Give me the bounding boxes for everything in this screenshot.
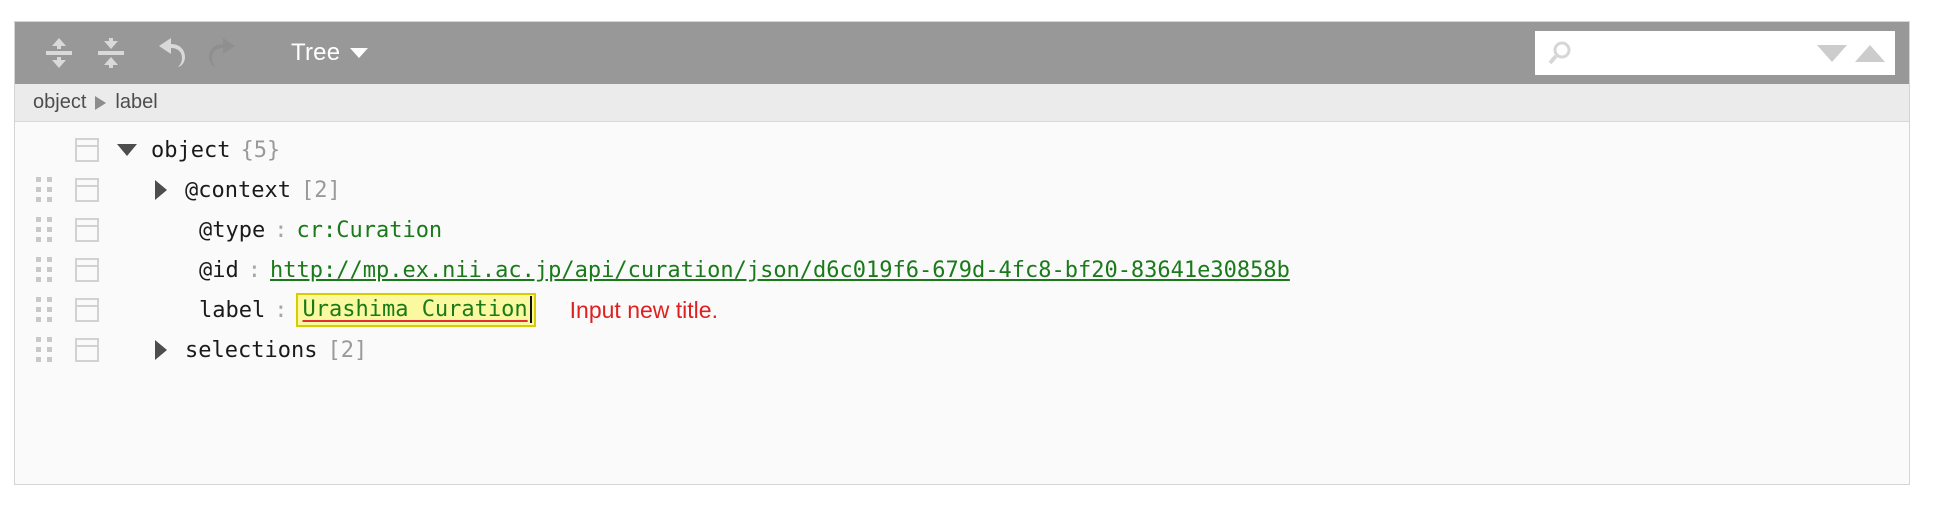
annotation-note: Input new title. xyxy=(569,296,718,323)
search-icon xyxy=(1548,41,1571,65)
node-menu-icon[interactable] xyxy=(75,338,99,362)
redo-icon xyxy=(209,38,235,67)
search-navigation xyxy=(1817,44,1885,62)
node-count: [2] xyxy=(327,337,368,363)
expander-closed-icon[interactable] xyxy=(155,180,167,200)
search-box[interactable] xyxy=(1535,31,1895,75)
expand-all-button[interactable] xyxy=(33,30,85,76)
drag-handle-icon[interactable] xyxy=(31,337,57,362)
node-key: @context xyxy=(185,177,291,203)
node-menu-icon[interactable] xyxy=(75,298,99,322)
mode-dropdown-label: Tree xyxy=(291,39,341,66)
drag-handle-icon[interactable] xyxy=(31,217,57,242)
json-tree: object {5} @context [2] @type: cr:Curat… xyxy=(15,122,1909,484)
undo-icon xyxy=(159,38,185,67)
breadcrumb-separator-icon xyxy=(95,95,107,110)
drag-handle-icon[interactable] xyxy=(31,177,57,202)
breadcrumb-item-label[interactable]: label xyxy=(115,91,157,114)
node-key: object xyxy=(151,137,231,163)
key-value-separator: : xyxy=(274,297,288,323)
node-value-url[interactable]: http://mp.ex.nii.ac.jp/api/curation/json… xyxy=(270,258,1290,283)
table-row[interactable]: object {5} xyxy=(15,130,1909,170)
breadcrumb-item-object[interactable]: object xyxy=(33,91,86,114)
expander-closed-icon[interactable] xyxy=(155,340,167,360)
drag-handle-icon[interactable] xyxy=(31,297,57,322)
node-count: [2] xyxy=(300,177,341,203)
toolbar: Tree xyxy=(15,22,1909,84)
table-row[interactable]: selections [2] xyxy=(15,330,1909,370)
collapse-all-icon xyxy=(98,38,124,68)
expand-all-icon xyxy=(46,38,72,68)
text-cursor xyxy=(529,296,532,323)
table-row[interactable]: @context [2] xyxy=(15,170,1909,210)
node-menu-icon[interactable] xyxy=(75,138,99,162)
search-previous-icon[interactable] xyxy=(1855,44,1885,62)
node-key: selections xyxy=(185,337,318,363)
json-editor-window: Tree object label object {5} @context [2… xyxy=(14,21,1910,485)
search-next-icon[interactable] xyxy=(1817,44,1847,62)
chevron-down-icon xyxy=(350,48,369,58)
key-value-separator: : xyxy=(247,257,261,283)
label-value-input[interactable]: Urashima Curation xyxy=(296,293,536,327)
drag-handle-icon[interactable] xyxy=(31,257,57,282)
search-input[interactable] xyxy=(1583,40,1811,66)
node-menu-icon[interactable] xyxy=(75,218,99,242)
breadcrumb: object label xyxy=(15,84,1909,122)
node-key: @id xyxy=(199,257,239,283)
key-value-separator: : xyxy=(274,217,288,243)
node-menu-icon[interactable] xyxy=(75,178,99,202)
table-row[interactable]: @type : cr:Curation xyxy=(15,210,1909,250)
table-row[interactable]: label : Urashima Curation Input new titl… xyxy=(15,290,1909,330)
drag-handle-icon xyxy=(31,139,57,161)
node-value[interactable]: cr:Curation xyxy=(296,218,442,243)
table-row[interactable]: @id : http://mp.ex.nii.ac.jp/api/curatio… xyxy=(15,250,1909,290)
node-key: label xyxy=(199,297,266,323)
node-menu-icon[interactable] xyxy=(75,258,99,282)
undo-button[interactable] xyxy=(145,30,197,76)
node-count: {5} xyxy=(240,137,281,163)
redo-button[interactable] xyxy=(197,30,249,76)
label-value-text: Urashima Curation xyxy=(302,297,528,322)
node-key: @type xyxy=(199,217,266,243)
mode-dropdown[interactable]: Tree xyxy=(285,30,374,76)
collapse-all-button[interactable] xyxy=(85,30,137,76)
expander-open-icon[interactable] xyxy=(117,144,137,156)
